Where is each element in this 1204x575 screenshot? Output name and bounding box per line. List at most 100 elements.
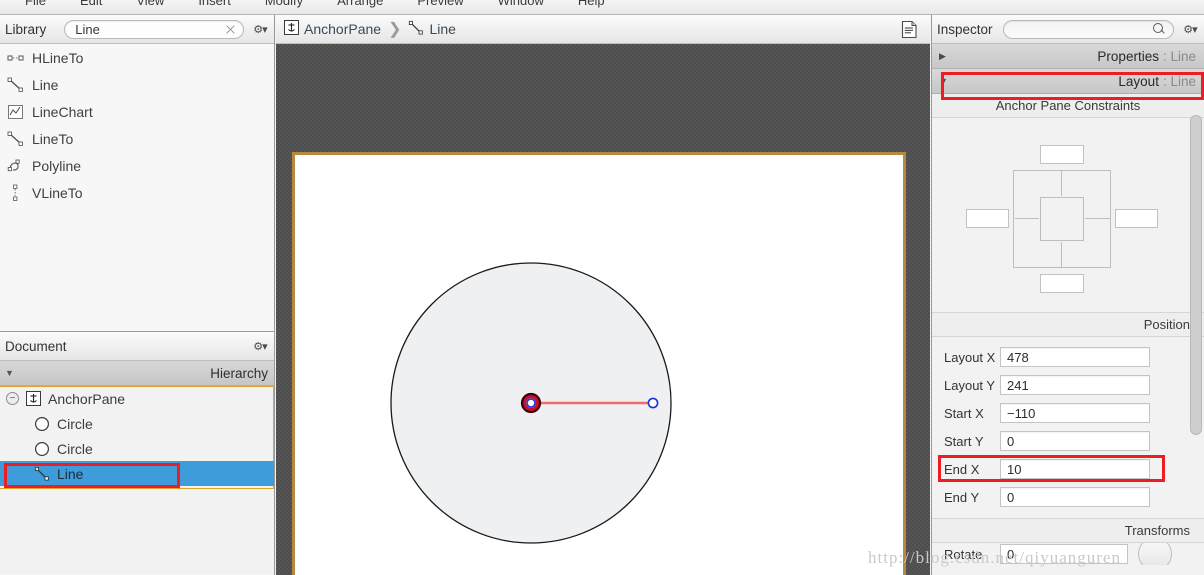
anchor-bottom-input[interactable]: [1040, 274, 1084, 293]
content-breadcrumb-bar: AnchorPane ❯ Line: [276, 15, 930, 44]
field-label: Start X: [944, 405, 984, 421]
library-item-lineto[interactable]: LineTo: [0, 125, 274, 152]
library-item-label: LineChart: [32, 103, 93, 120]
breadcrumb-separator-icon: ❯: [388, 21, 402, 38]
watermark-text: http://blog.csdn.net/qiyuanguren: [868, 548, 1121, 567]
field-row-end-y: End Y 0: [932, 483, 1204, 511]
layout-y-input[interactable]: 241: [1000, 375, 1150, 395]
menu-item-modify[interactable]: Modify: [248, 0, 320, 14]
menu-item-view[interactable]: View: [119, 0, 181, 14]
field-row-layout-y: Layout Y 241: [932, 371, 1204, 399]
breadcrumb-item-line[interactable]: Line: [408, 20, 456, 39]
start-y-input[interactable]: 0: [1000, 431, 1150, 451]
document-panel: Document ⚙▾ ▼ Hierarchy − AnchorPane Cir…: [0, 331, 274, 575]
canvas-scene[interactable]: [295, 155, 903, 575]
field-row-layout-x: Layout X 478: [932, 343, 1204, 371]
linechart-icon: [4, 102, 28, 122]
menu-list: File Edit View Insert Modify Arrange Pre…: [0, 0, 1204, 14]
gear-icon: ⚙▾: [1183, 23, 1197, 36]
document-panel-header: Document ⚙▾: [0, 332, 274, 361]
anchor-pane-constraints-widget[interactable]: [932, 118, 1204, 313]
polyline-icon: [4, 156, 28, 176]
anchor-left-input[interactable]: [966, 209, 1009, 228]
menu-item-edit[interactable]: Edit: [63, 0, 119, 14]
hierarchy-node-circle-1[interactable]: Circle: [0, 411, 274, 436]
circle-icon: [32, 440, 52, 458]
inspector-search-field[interactable]: [1002, 19, 1174, 39]
menu-item-window[interactable]: Window: [481, 0, 561, 14]
circle-icon: [32, 415, 52, 433]
library-item-list[interactable]: HLineTo Line LineChart LineTo Polyline V…: [0, 44, 274, 331]
library-item-vlineto[interactable]: VLineTo: [0, 179, 274, 206]
library-search-field[interactable]: Line: [64, 19, 244, 39]
line-end-handle[interactable]: [647, 397, 659, 409]
left-panel-column: Library Line ⚙▾ HLineTo Line LineChart L…: [0, 15, 275, 575]
line-start-handle-core[interactable]: [526, 398, 536, 408]
hierarchy-node-line[interactable]: Line: [0, 461, 274, 486]
accordion-layout[interactable]: ▼ Layout : Line: [932, 69, 1204, 94]
library-item-label: Polyline: [32, 157, 82, 174]
document-gear-button[interactable]: ⚙▾: [248, 336, 272, 356]
triangle-down-icon: ▼: [5, 368, 14, 378]
menu-bar: File Edit View Insert Modify Arrange Pre…: [0, 0, 1204, 15]
inspector-scrollbar[interactable]: [1190, 115, 1202, 557]
chevron-down-icon: ▼: [939, 76, 948, 86]
inspector-panel-header: Inspector ⚙▾: [932, 15, 1204, 44]
anchorpane-canvas[interactable]: [292, 152, 906, 575]
library-item-linechart[interactable]: LineChart: [0, 98, 274, 125]
field-label: End X: [944, 461, 980, 477]
document-icon[interactable]: [898, 18, 920, 40]
end-y-input[interactable]: 0: [1000, 487, 1150, 507]
inspector-scrollbar-thumb[interactable]: [1190, 115, 1202, 435]
hierarchy-section-header[interactable]: ▼ Hierarchy: [0, 361, 274, 386]
gear-icon: ⚙▾: [253, 340, 267, 353]
field-row-end-x: End X 10: [932, 455, 1204, 483]
line-icon: [408, 20, 424, 39]
accordion-title: Properties: [1097, 48, 1159, 64]
hierarchy-node-label: Circle: [57, 440, 93, 457]
hierarchy-node-circle-2[interactable]: Circle: [0, 436, 274, 461]
hierarchy-node-label: AnchorPane: [48, 390, 126, 407]
library-gear-button[interactable]: ⚙▾: [248, 19, 272, 39]
rotate-dial[interactable]: [1138, 543, 1172, 565]
menu-item-help[interactable]: Help: [561, 0, 622, 14]
accordion-properties[interactable]: ▶ Properties : Line: [932, 44, 1204, 69]
chevron-right-icon: ▶: [939, 50, 946, 61]
gear-icon: ⚙▾: [253, 23, 267, 36]
anchor-top-input[interactable]: [1040, 145, 1084, 164]
library-item-line[interactable]: Line: [0, 71, 274, 98]
fxml-editor-window: File Edit View Insert Modify Arrange Pre…: [0, 0, 1204, 575]
library-item-label: LineTo: [32, 130, 74, 147]
menu-item-file[interactable]: File: [8, 0, 63, 14]
library-item-hlineto[interactable]: HLineTo: [0, 44, 274, 71]
menu-item-preview[interactable]: Preview: [400, 0, 480, 14]
field-label: Layout X: [944, 349, 996, 365]
anchor-right-input[interactable]: [1115, 209, 1158, 228]
library-item-polyline[interactable]: Polyline: [0, 152, 274, 179]
breadcrumb-item-anchorpane[interactable]: AnchorPane: [284, 20, 381, 38]
field-row-start-x: Start X −110: [932, 399, 1204, 427]
inspector-title: Inspector: [937, 21, 993, 37]
accordion-title: Layout: [1118, 73, 1159, 89]
library-title: Library: [5, 21, 47, 37]
field-row-start-y: Start Y 0: [932, 427, 1204, 455]
lineto-icon: [4, 129, 28, 149]
end-x-input[interactable]: 10: [1000, 459, 1150, 479]
collapse-toggle-icon[interactable]: −: [6, 392, 19, 405]
hierarchy-tree[interactable]: − AnchorPane Circle Circle Line: [0, 386, 274, 574]
inspector-gear-button[interactable]: ⚙▾: [1178, 19, 1202, 39]
hlineto-icon: [4, 48, 28, 68]
start-x-input[interactable]: −110: [1000, 403, 1150, 423]
close-icon[interactable]: [224, 23, 237, 36]
hierarchy-node-label: Circle: [57, 415, 93, 432]
breadcrumb-label: AnchorPane: [304, 21, 382, 37]
menu-item-insert[interactable]: Insert: [181, 0, 248, 14]
menu-item-arrange[interactable]: Arrange: [320, 0, 400, 14]
anchor-inner-box: [1040, 197, 1084, 241]
design-stage[interactable]: [276, 44, 930, 575]
layout-x-input[interactable]: 478: [1000, 347, 1150, 367]
hierarchy-node-anchorpane[interactable]: − AnchorPane: [0, 386, 274, 411]
editor-column: AnchorPane ❯ Line: [276, 15, 930, 575]
anchorpane-icon: [284, 20, 299, 38]
anchorpane-icon: [23, 390, 43, 408]
